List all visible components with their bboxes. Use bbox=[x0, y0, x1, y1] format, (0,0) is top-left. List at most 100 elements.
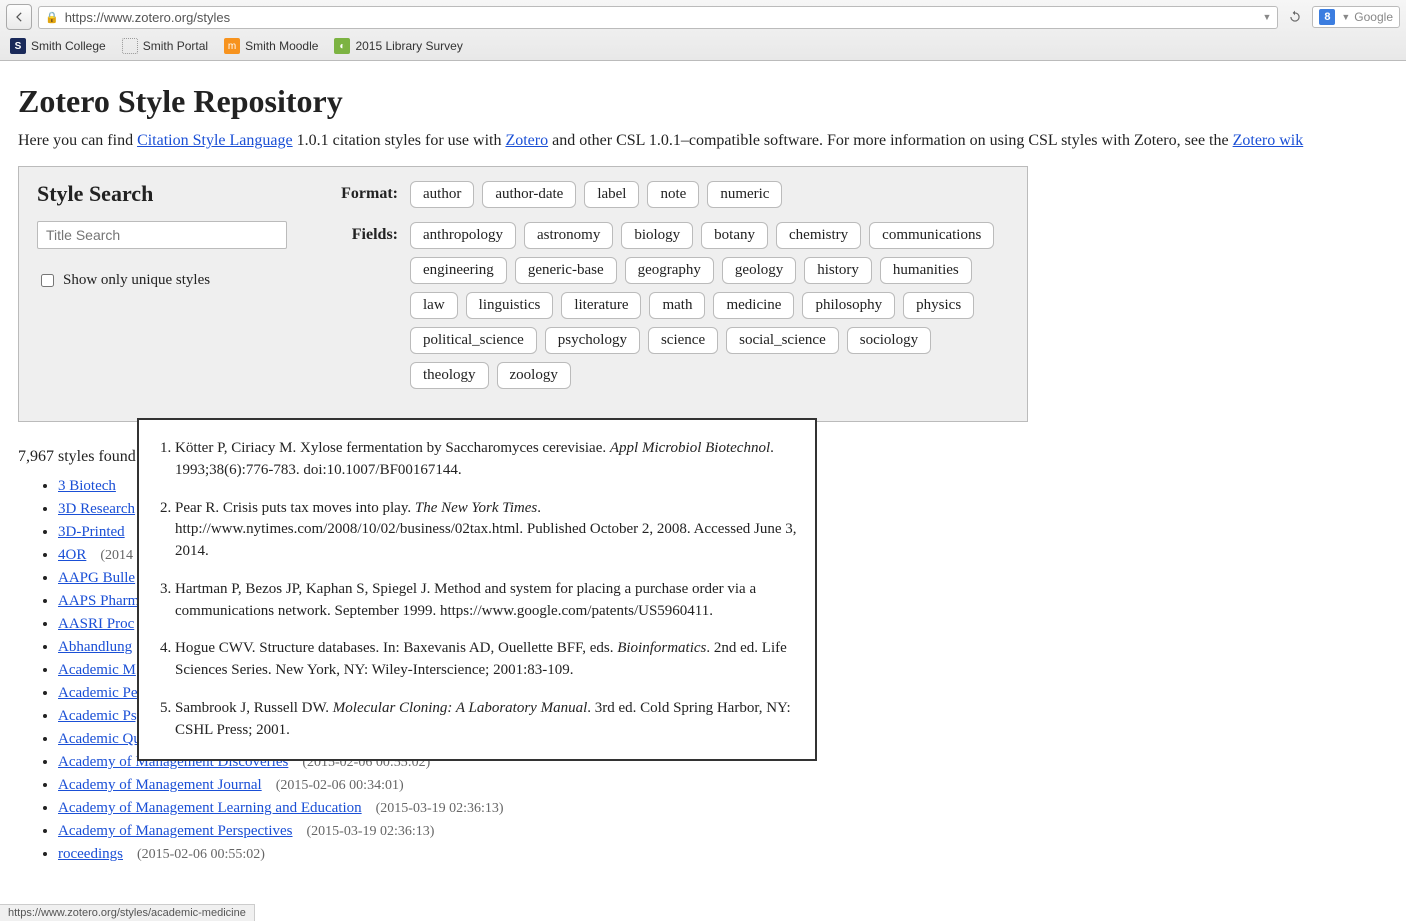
style-link[interactable]: Academy of Management Journal bbox=[58, 777, 262, 793]
style-link[interactable]: 3 Biotech bbox=[58, 478, 116, 494]
arrow-left-icon bbox=[12, 10, 26, 24]
bookmark-smith-college[interactable]: S Smith College bbox=[10, 38, 106, 54]
bookmark-library-survey[interactable]: ◐ 2015 Library Survey bbox=[334, 38, 462, 54]
bookmark-label: Smith Portal bbox=[143, 39, 208, 53]
reload-icon bbox=[1288, 10, 1302, 24]
format-chip-label[interactable]: label bbox=[584, 181, 639, 208]
field-chip-theology[interactable]: theology bbox=[410, 362, 489, 389]
preview-citation-item: Pear R. Crisis puts tax moves into play.… bbox=[175, 498, 797, 563]
bookmark-label: Smith College bbox=[31, 39, 106, 53]
format-label: Format: bbox=[332, 181, 410, 203]
page-content: Zotero Style Repository Here you can fin… bbox=[0, 61, 1406, 883]
preview-citation-item: Hogue CWV. Structure databases. In: Baxe… bbox=[175, 638, 797, 682]
format-row: Format: author author-date label note numeri… bbox=[332, 181, 1009, 208]
field-chip-linguistics[interactable]: linguistics bbox=[466, 292, 554, 319]
style-link[interactable]: Academy of Management Learning and Educa… bbox=[58, 800, 362, 816]
style-link[interactable]: Academic M bbox=[58, 662, 136, 678]
style-link[interactable]: AAPG Bulle bbox=[58, 570, 135, 586]
style-link[interactable]: AASRI Proc bbox=[58, 616, 134, 632]
search-engine-box[interactable]: 8 ▼ Google bbox=[1312, 6, 1400, 28]
field-chip-social_science[interactable]: social_science bbox=[726, 327, 839, 354]
style-search-box: Style Search Show only unique styles For… bbox=[18, 166, 1028, 422]
unique-styles-checkbox[interactable] bbox=[41, 274, 54, 287]
intro-paragraph: Here you can find Citation Style Languag… bbox=[18, 132, 1388, 150]
field-chip-humanities[interactable]: humanities bbox=[880, 257, 972, 284]
field-chip-anthropology[interactable]: anthropology bbox=[410, 222, 516, 249]
style-link[interactable]: 3D-Printed bbox=[58, 524, 125, 540]
zotero-link[interactable]: Zotero bbox=[505, 132, 548, 149]
bookmark-icon bbox=[122, 38, 138, 54]
field-chip-literature[interactable]: literature bbox=[561, 292, 641, 319]
field-chip-communications[interactable]: communications bbox=[869, 222, 994, 249]
field-chip-biology[interactable]: biology bbox=[621, 222, 693, 249]
style-link[interactable]: AAPS Pharm bbox=[58, 593, 139, 609]
format-chip-wrap: author author-date label note numeric bbox=[410, 181, 782, 208]
field-chip-philosophy[interactable]: philosophy bbox=[802, 292, 895, 319]
style-date: (2015-03-19 02:36:13) bbox=[376, 801, 504, 816]
field-chip-chemistry[interactable]: chemistry bbox=[776, 222, 861, 249]
style-link[interactable]: Abhandlung bbox=[58, 639, 132, 655]
style-date: (2015-02-06 00:34:01) bbox=[276, 778, 404, 793]
intro-text: Here you can find bbox=[18, 132, 137, 149]
field-chip-geology[interactable]: geology bbox=[722, 257, 796, 284]
page-title: Zotero Style Repository bbox=[18, 83, 1388, 120]
field-chip-geography[interactable]: geography bbox=[625, 257, 714, 284]
url-field[interactable]: 🔒 https://www.zotero.org/styles ▼ bbox=[38, 6, 1278, 29]
format-chip-note[interactable]: note bbox=[647, 181, 699, 208]
field-chip-political_science[interactable]: political_science bbox=[410, 327, 537, 354]
preview-citation-list: Kötter P, Ciriacy M. Xylose fermentation… bbox=[147, 438, 797, 741]
style-list-item: roceedings (2015-02-06 00:55:02) bbox=[58, 846, 1388, 863]
field-chip-law[interactable]: law bbox=[410, 292, 458, 319]
style-link[interactable]: 4OR bbox=[58, 547, 86, 563]
style-link[interactable]: Academy of Management Perspectives bbox=[58, 823, 293, 839]
lock-icon: 🔒 bbox=[45, 11, 59, 24]
field-chip-science[interactable]: science bbox=[648, 327, 718, 354]
intro-text: 1.0.1 citation styles for use with bbox=[293, 132, 506, 149]
title-search-input[interactable] bbox=[37, 221, 287, 249]
field-chip-history[interactable]: history bbox=[804, 257, 872, 284]
preview-citation-item: Hartman P, Bezos JP, Kaphan S, Spiegel J… bbox=[175, 579, 797, 623]
csl-link[interactable]: Citation Style Language bbox=[137, 132, 293, 149]
format-chip-author[interactable]: author bbox=[410, 181, 474, 208]
fields-chip-wrap: anthropology astronomy biology botany chemis… bbox=[410, 222, 1009, 389]
style-link[interactable]: 3D Research bbox=[58, 501, 135, 517]
field-chip-generic-base[interactable]: generic-base bbox=[515, 257, 617, 284]
back-button[interactable] bbox=[6, 4, 32, 30]
intro-text: and other CSL 1.0.1–compatible software.… bbox=[548, 132, 1232, 149]
field-chip-botany[interactable]: botany bbox=[701, 222, 768, 249]
url-bar-row: 🔒 https://www.zotero.org/styles ▼ 8 ▼ Go… bbox=[0, 0, 1406, 34]
style-preview-popup: Kötter P, Ciriacy M. Xylose fermentation… bbox=[137, 418, 817, 761]
chevron-down-icon[interactable]: ▼ bbox=[1341, 12, 1350, 22]
field-chip-physics[interactable]: physics bbox=[903, 292, 974, 319]
bookmark-smith-moodle[interactable]: m Smith Moodle bbox=[224, 38, 318, 54]
bookmarks-bar: S Smith College Smith Portal m Smith Moo… bbox=[0, 34, 1406, 60]
unique-styles-label: Show only unique styles bbox=[63, 272, 210, 289]
field-chip-zoology[interactable]: zoology bbox=[497, 362, 571, 389]
style-date: (2015-02-06 00:55:02) bbox=[137, 847, 265, 862]
style-link[interactable]: roceedings bbox=[58, 846, 123, 862]
style-date: (2014 bbox=[100, 548, 133, 563]
fields-row: Fields: anthropology astronomy biology bota… bbox=[332, 222, 1009, 389]
zotero-wiki-link[interactable]: Zotero wik bbox=[1233, 132, 1304, 149]
field-chip-math[interactable]: math bbox=[649, 292, 705, 319]
bookmark-label: 2015 Library Survey bbox=[355, 39, 462, 53]
field-chip-sociology[interactable]: sociology bbox=[847, 327, 931, 354]
fields-label: Fields: bbox=[332, 222, 410, 244]
browser-chrome: 🔒 https://www.zotero.org/styles ▼ 8 ▼ Go… bbox=[0, 0, 1406, 61]
search-engine-label: Google bbox=[1354, 10, 1393, 24]
preview-citation-item: Kötter P, Ciriacy M. Xylose fermentation… bbox=[175, 438, 797, 482]
bookmark-icon: S bbox=[10, 38, 26, 54]
field-chip-engineering[interactable]: engineering bbox=[410, 257, 507, 284]
style-list-item: Academy of Management Perspectives(2015-… bbox=[58, 823, 1388, 840]
google-icon: 8 bbox=[1319, 9, 1335, 25]
field-chip-psychology[interactable]: psychology bbox=[545, 327, 640, 354]
format-chip-numeric[interactable]: numeric bbox=[707, 181, 782, 208]
bookmark-smith-portal[interactable]: Smith Portal bbox=[122, 38, 208, 54]
chevron-down-icon[interactable]: ▼ bbox=[1262, 12, 1271, 22]
field-chip-medicine[interactable]: medicine bbox=[713, 292, 794, 319]
reload-button[interactable] bbox=[1284, 6, 1306, 28]
format-chip-author-date[interactable]: author-date bbox=[482, 181, 576, 208]
style-list-item: Academy of Management Journal (2015-02-06… bbox=[58, 777, 1388, 794]
bookmark-label: Smith Moodle bbox=[245, 39, 318, 53]
field-chip-astronomy[interactable]: astronomy bbox=[524, 222, 613, 249]
